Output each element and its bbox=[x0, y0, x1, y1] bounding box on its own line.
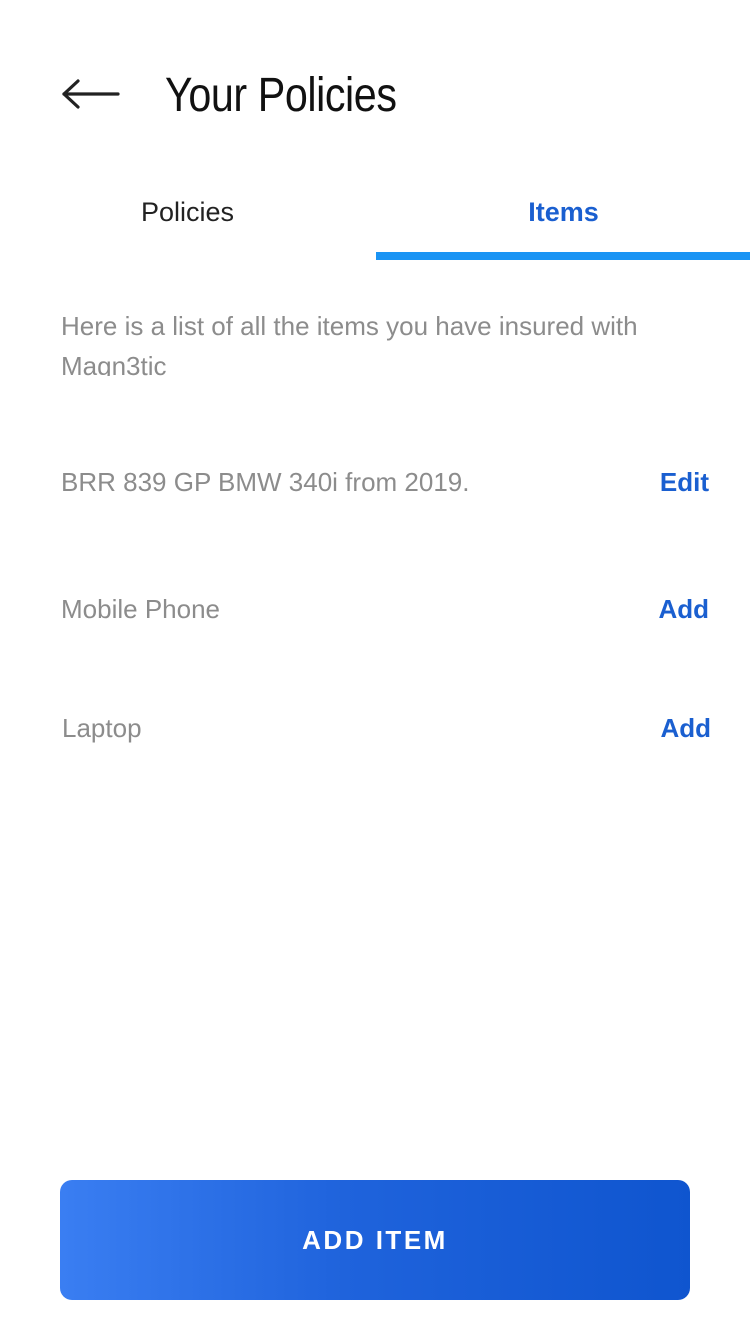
add-laptop-button[interactable]: Add bbox=[660, 713, 711, 744]
page-title: Your Policies bbox=[165, 69, 397, 122]
intro-text: Here is a list of all the items you have… bbox=[61, 311, 638, 376]
active-tab-indicator bbox=[376, 252, 750, 260]
add-item-button[interactable]: ADD ITEM bbox=[60, 1180, 690, 1300]
list-item: Laptop Add bbox=[62, 703, 711, 753]
item-label: Mobile Phone bbox=[61, 593, 220, 624]
list-item: Mobile Phone Add bbox=[61, 584, 709, 634]
edit-item-button[interactable]: Edit bbox=[660, 467, 709, 498]
item-label: BRR 839 GP BMW 340i from 2019. bbox=[61, 466, 470, 497]
tab-items[interactable]: Items bbox=[376, 170, 750, 254]
tab-policies[interactable]: Policies bbox=[0, 170, 375, 254]
item-label: Laptop bbox=[62, 712, 142, 743]
list-item: BRR 839 GP BMW 340i from 2019. Edit bbox=[61, 457, 709, 507]
add-mobile-phone-button[interactable]: Add bbox=[658, 594, 709, 625]
back-button[interactable] bbox=[60, 72, 124, 120]
arrow-left-icon bbox=[60, 78, 120, 115]
tab-bar: Policies Items bbox=[0, 170, 750, 262]
app-header: Your Policies bbox=[0, 0, 750, 190]
